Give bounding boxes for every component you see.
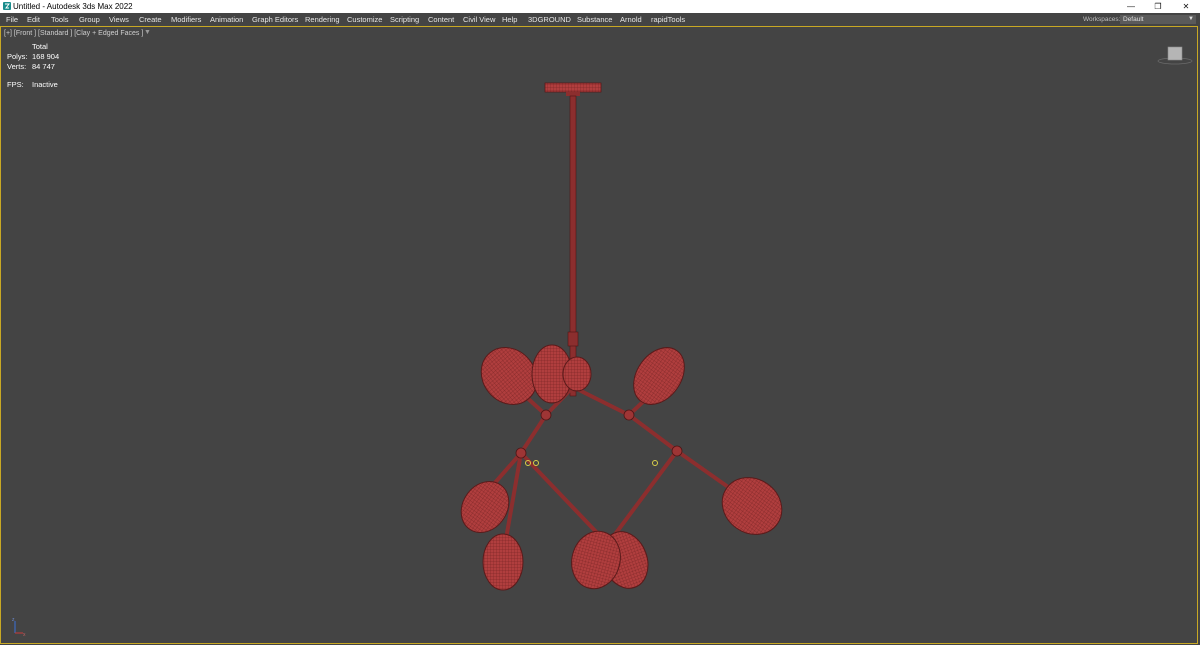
front-viewport[interactable]: [+] [Front ] [Standard ] [Clay + Edged F… [0, 26, 1198, 644]
menu-animation[interactable]: Animation [210, 13, 243, 26]
window-title: Untitled - Autodesk 3ds Max 2022 [13, 2, 133, 11]
restore-button[interactable]: ❐ [1144, 0, 1172, 13]
menu-rapidtools[interactable]: rapidTools [651, 13, 685, 26]
3dsmax-app-icon [3, 2, 11, 10]
stem-coupler [567, 331, 579, 347]
menu-rendering[interactable]: Rendering [305, 13, 340, 26]
chevron-down-icon: ▼ [1188, 16, 1194, 22]
shades [460, 344, 783, 591]
svg-text:x: x [23, 632, 26, 638]
arms [491, 383, 733, 541]
menu-file[interactable]: File [6, 13, 18, 26]
menu-group[interactable]: Group [79, 13, 100, 26]
menu-3dground[interactable]: 3DGROUND [528, 13, 571, 26]
close-button[interactable]: ✕ [1172, 0, 1200, 13]
menu-bar: File Edit Tools Group Views Create Modif… [0, 13, 1200, 26]
menu-arnold[interactable]: Arnold [620, 13, 642, 26]
workspaces-label: Workspaces: [1083, 16, 1121, 23]
menu-content[interactable]: Content [428, 13, 454, 26]
menu-scripting[interactable]: Scripting [390, 13, 419, 26]
menu-views[interactable]: Views [109, 13, 129, 26]
menu-customize[interactable]: Customize [347, 13, 382, 26]
canopy-neck [566, 92, 580, 96]
workspace-select[interactable]: Default ▼ [1120, 15, 1196, 24]
menu-civil-view[interactable]: Civil View [463, 13, 495, 26]
minimize-button[interactable]: — [1117, 0, 1145, 13]
workspace-value: Default [1123, 16, 1144, 23]
menu-tools[interactable]: Tools [51, 13, 69, 26]
axis-tripod-icon: z x [12, 617, 26, 638]
helper-points [525, 460, 658, 466]
menu-edit[interactable]: Edit [27, 13, 40, 26]
menu-graph-editors[interactable]: Graph Editors [252, 13, 298, 26]
chandelier-model[interactable] [1, 27, 1197, 643]
menu-modifiers[interactable]: Modifiers [171, 13, 201, 26]
menu-create[interactable]: Create [139, 13, 162, 26]
stem-rod [569, 95, 577, 397]
menu-help[interactable]: Help [502, 13, 517, 26]
menu-substance[interactable]: Substance [577, 13, 612, 26]
canopy [544, 82, 602, 93]
title-bar: Untitled - Autodesk 3ds Max 2022 — ❐ ✕ [0, 0, 1200, 13]
